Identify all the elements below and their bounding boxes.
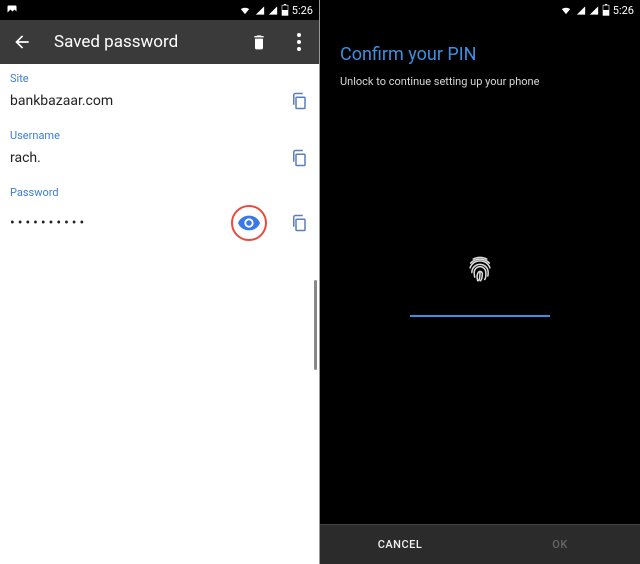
saved-password-content: Site bankbazaar.com Username rach. Passw… <box>0 64 319 267</box>
wifi-icon <box>238 5 252 16</box>
right-phone: 5:26 Confirm your PIN Unlock to continue… <box>320 0 640 564</box>
confirm-pin-content: Confirm your PIN Unlock to continue sett… <box>320 20 640 524</box>
ok-button[interactable]: OK <box>480 525 640 564</box>
field-value-password: •••••••••• <box>10 215 223 231</box>
page-title: Saved password <box>54 32 249 52</box>
status-bar-right: 5:26 <box>320 0 640 20</box>
more-vert-icon <box>297 33 301 51</box>
field-value-site: bankbazaar.com <box>10 93 289 109</box>
signal-icon-2 <box>268 5 278 16</box>
copy-username-button[interactable] <box>289 148 309 168</box>
battery-icon <box>602 4 610 16</box>
cancel-button[interactable]: CANCEL <box>320 525 480 564</box>
signal-icon-2 <box>589 5 599 16</box>
pin-center <box>340 48 620 524</box>
field-label-username: Username <box>10 129 309 142</box>
back-button[interactable] <box>10 30 34 54</box>
show-password-button[interactable] <box>231 205 267 241</box>
delete-button[interactable] <box>249 32 269 52</box>
field-site: Site bankbazaar.com <box>10 72 309 111</box>
signal-icon <box>255 5 265 16</box>
scrollbar[interactable] <box>314 280 317 370</box>
copy-password-button[interactable] <box>289 213 309 233</box>
bottom-button-bar: CANCEL OK <box>320 524 640 564</box>
field-password: Password •••••••••• <box>10 186 309 241</box>
status-time: 5:26 <box>613 4 634 17</box>
copy-site-button[interactable] <box>289 91 309 111</box>
status-bar-left: 5:26 <box>0 0 319 20</box>
copy-icon <box>290 148 308 168</box>
field-label-site: Site <box>10 72 309 85</box>
back-arrow-icon <box>12 32 32 52</box>
pin-input-line[interactable] <box>410 315 550 317</box>
field-username: Username rach. <box>10 129 309 168</box>
battery-icon <box>281 4 289 16</box>
copy-icon <box>290 213 308 233</box>
picture-icon <box>6 4 18 16</box>
trash-icon <box>251 33 267 51</box>
field-value-username: rach. <box>10 150 289 166</box>
left-phone: 5:26 Saved password Site bankbazaar.com <box>0 0 320 564</box>
more-button[interactable] <box>289 32 309 52</box>
status-time: 5:26 <box>292 4 313 17</box>
fingerprint-icon <box>466 255 494 283</box>
wifi-icon <box>559 5 573 16</box>
header: Saved password <box>0 20 319 64</box>
signal-icon <box>576 5 586 16</box>
eye-icon <box>238 215 260 231</box>
copy-icon <box>290 91 308 111</box>
field-label-password: Password <box>10 186 309 199</box>
